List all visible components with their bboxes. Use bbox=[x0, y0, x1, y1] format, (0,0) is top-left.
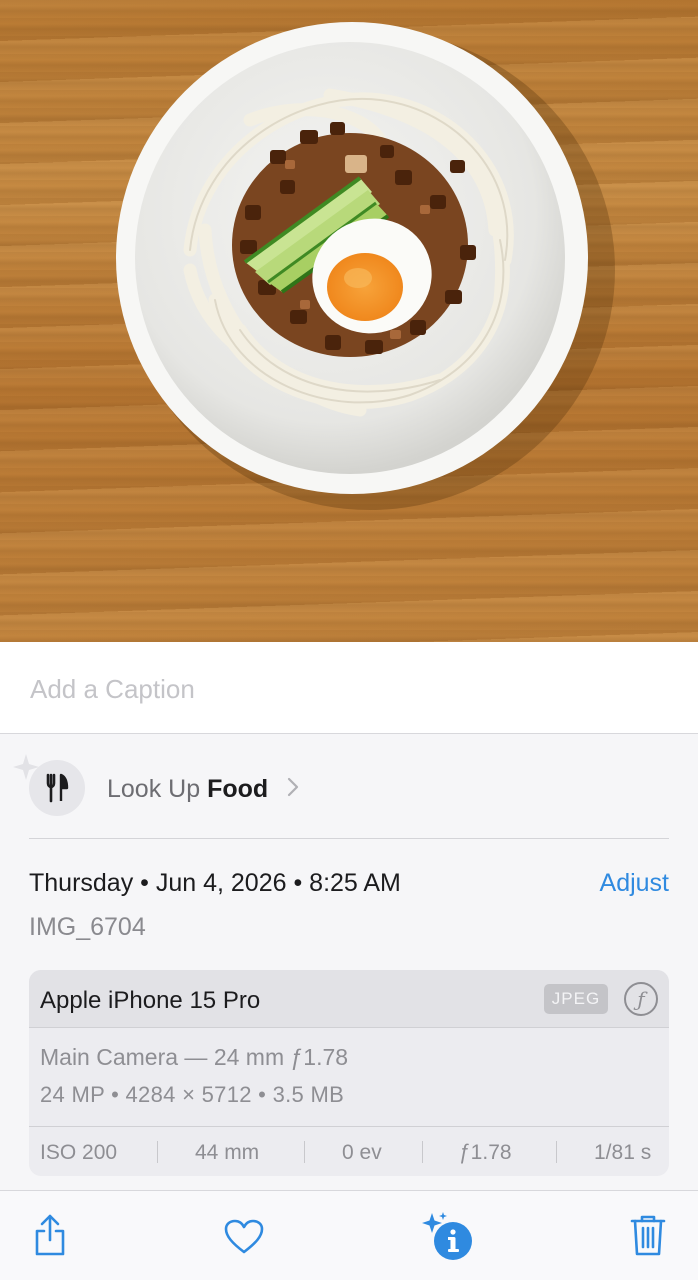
info-sparkle-icon[interactable] bbox=[420, 1211, 476, 1268]
exif-exposure: 0 ev bbox=[342, 1141, 382, 1164]
exif-separator bbox=[304, 1141, 305, 1163]
camera-info-card: Apple iPhone 15 Pro JPEG ƒ Main Camera —… bbox=[29, 970, 669, 1176]
caption-placeholder: Add a Caption bbox=[30, 674, 195, 704]
image-specs: 24 MP • 4284 × 5712 • 3.5 MB bbox=[40, 1082, 345, 1107]
exif-row: ISO 200 44 mm 0 ev ƒ1.78 1/81 s bbox=[29, 1126, 669, 1176]
device-name: Apple iPhone 15 Pro bbox=[40, 987, 261, 1014]
share-icon[interactable] bbox=[32, 1213, 68, 1262]
camera-info-header: Apple iPhone 15 Pro JPEG ƒ bbox=[29, 970, 669, 1028]
exif-shutter: 1/81 s bbox=[594, 1141, 652, 1164]
exif-focal-length: 44 mm bbox=[195, 1141, 260, 1164]
exif-separator bbox=[556, 1141, 557, 1163]
caption-field[interactable]: Add a Caption bbox=[0, 642, 698, 734]
food-photo bbox=[116, 22, 615, 510]
exif-aperture: ƒ1.78 bbox=[459, 1141, 512, 1164]
look-up-food-row[interactable]: Look Up Food bbox=[0, 734, 698, 838]
look-up-label: Look Up Food bbox=[107, 775, 269, 803]
exif-separator bbox=[422, 1141, 423, 1163]
adjust-button[interactable]: Adjust bbox=[600, 869, 669, 898]
exif-iso: ISO 200 bbox=[40, 1141, 118, 1164]
heart-icon[interactable] bbox=[224, 1219, 264, 1260]
chevron-right-icon bbox=[286, 776, 300, 803]
format-badge: JPEG bbox=[544, 984, 608, 1014]
photo-view[interactable] bbox=[0, 0, 698, 642]
capture-date: Thursday • Jun 4, 2026 • 8:25 AM bbox=[29, 869, 401, 897]
file-name: IMG_6704 bbox=[29, 913, 146, 941]
fork-knife-icon bbox=[29, 760, 85, 816]
divider bbox=[29, 838, 669, 839]
lens-info: Main Camera — 24 mm ƒ1.78 bbox=[40, 1044, 349, 1070]
trash-icon[interactable] bbox=[630, 1213, 666, 1262]
bottom-toolbar bbox=[0, 1190, 698, 1280]
aperture-f-icon: ƒ bbox=[624, 982, 658, 1016]
info-sheet: Look Up Food Thursday • Jun 4, 2026 • 8:… bbox=[0, 734, 698, 1190]
exif-separator bbox=[157, 1141, 158, 1163]
